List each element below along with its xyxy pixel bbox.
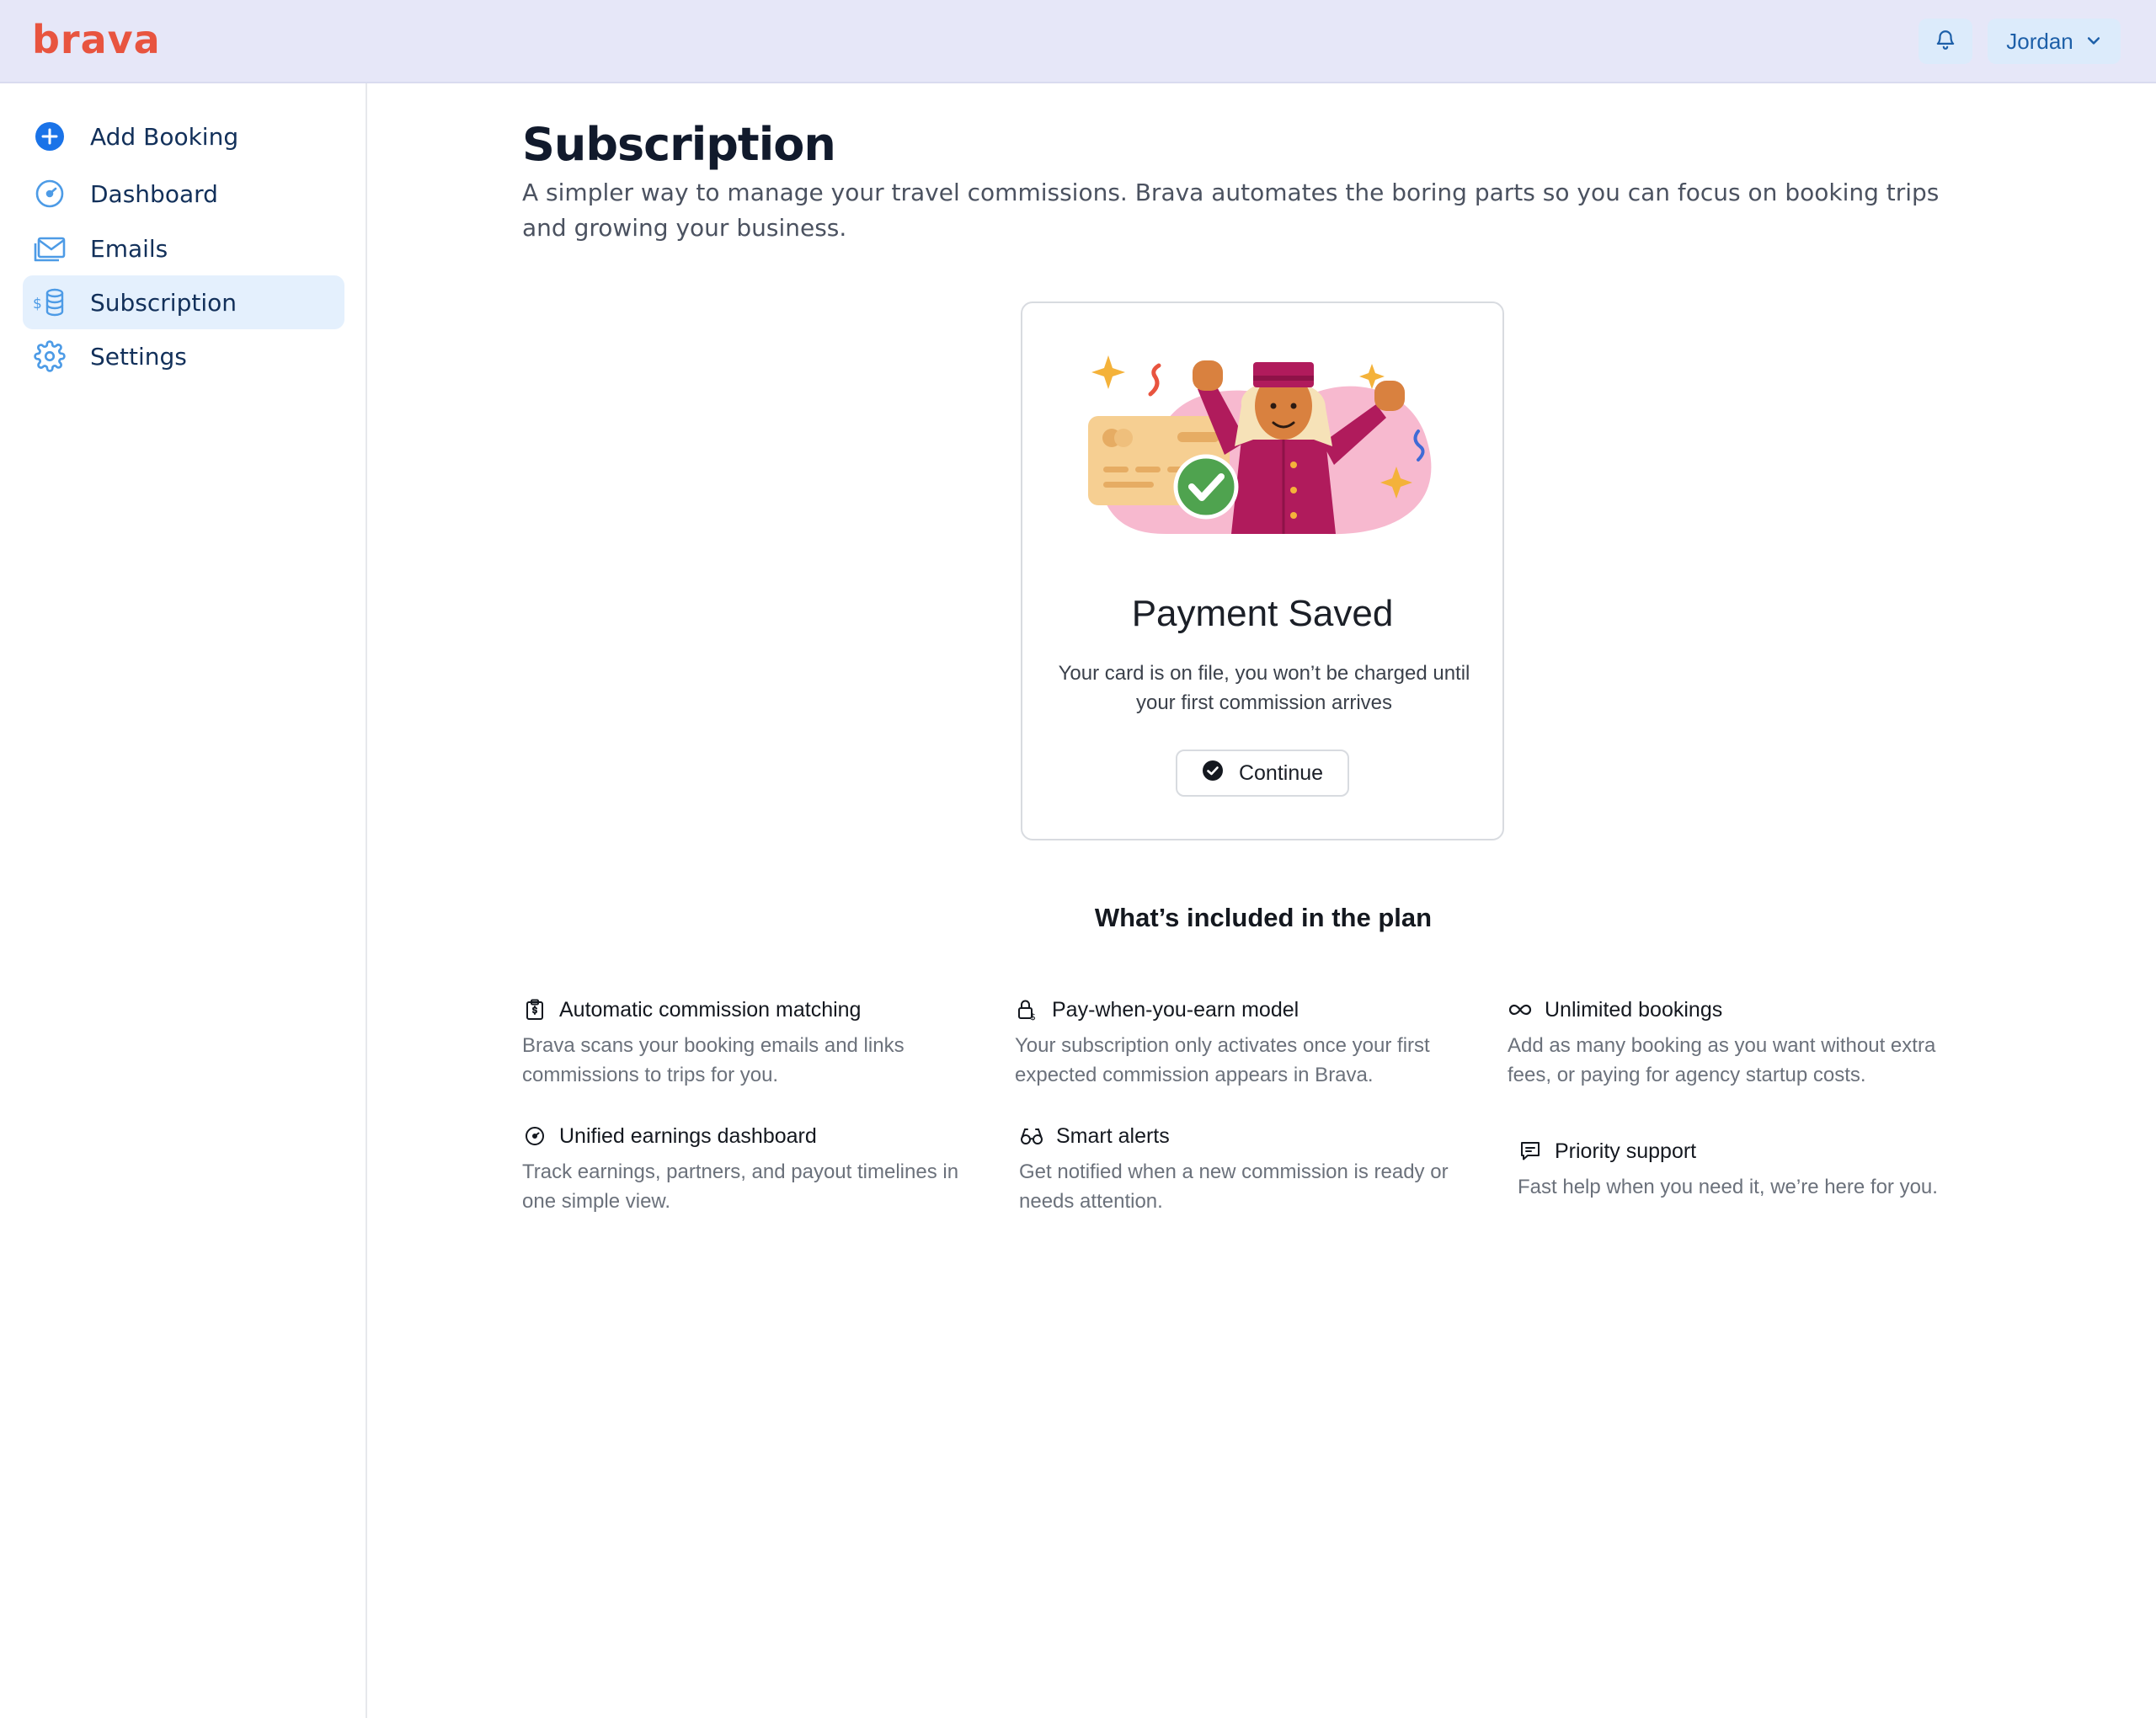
gauge-icon <box>522 1123 547 1149</box>
svg-text:$: $ <box>33 296 42 312</box>
feature-description: Brava scans your booking emails and link… <box>522 1034 905 1086</box>
page-subtitle: A simpler way to manage your travel comm… <box>522 179 1940 242</box>
sidebar-item-subscription[interactable]: $ Subscription <box>23 275 344 329</box>
continue-label: Continue <box>1238 760 1324 785</box>
feature-item: Priority support Fast help when you need… <box>1518 1137 1989 1202</box>
sidebar-item-label: Subscription <box>90 288 237 317</box>
feature-title: Unlimited bookings <box>1545 997 1723 1022</box>
clipboard-dollar-icon <box>522 997 547 1022</box>
gear-icon <box>33 339 67 373</box>
chat-icon <box>1518 1139 1543 1164</box>
feature-title: Unified earnings dashboard <box>559 1123 817 1148</box>
sidebar-item-label: Emails <box>90 234 168 263</box>
feature-item: Automatic commission matching Brava scan… <box>522 995 994 1090</box>
gauge-icon <box>33 177 67 211</box>
sidebar-item-settings[interactable]: Settings <box>23 329 344 383</box>
top-bar: brava Jordan <box>0 0 2156 83</box>
plus-circle-icon <box>33 120 67 153</box>
bell-icon <box>1935 29 1956 55</box>
infinity-icon <box>1508 997 1533 1022</box>
sidebar-item-label: Settings <box>90 342 187 371</box>
notifications-button[interactable] <box>1919 19 1972 64</box>
feature-description: Track earnings, partners, and payout tim… <box>522 1160 959 1213</box>
sidebar-item-dashboard[interactable]: Dashboard <box>23 167 344 221</box>
feature-description: Add as many booking as you want without … <box>1508 1034 1936 1086</box>
glasses-icon <box>1019 1123 1044 1149</box>
continue-button[interactable]: Continue <box>1176 750 1349 797</box>
chevron-down-icon <box>2085 29 2102 55</box>
sidebar: Add Booking Dashboard Emails $ Subscript… <box>0 83 367 1718</box>
feature-description: Get notified when a new commission is re… <box>1019 1160 1449 1213</box>
feature-title: Automatic commission matching <box>559 997 862 1022</box>
mail-icon <box>33 232 67 265</box>
feature-item: $ Pay-when-you-earn model Your subscript… <box>1015 995 1486 1090</box>
feature-item: Smart alerts Get notified when a new com… <box>1019 1122 1491 1216</box>
sidebar-item-add-booking[interactable]: Add Booking <box>23 109 344 163</box>
card-title: Payment Saved <box>1131 593 1394 634</box>
feature-title: Priority support <box>1555 1139 1697 1163</box>
feature-item: Unlimited bookings Add as many booking a… <box>1508 995 1979 1090</box>
brand-logo[interactable]: brava <box>32 17 161 62</box>
payment-saved-card: Payment Saved Your card is on file, you … <box>1021 301 1504 840</box>
feature-item: Unified earnings dashboard Track earning… <box>522 1122 994 1216</box>
card-text: Your card is on file, you won’t be charg… <box>1058 662 1470 714</box>
coins-icon: $ <box>33 285 67 319</box>
feature-description: Your subscription only activates once yo… <box>1015 1034 1430 1086</box>
user-menu-button[interactable]: Jordan <box>1988 19 2121 64</box>
sidebar-item-label: Add Booking <box>90 122 239 151</box>
bellhop-celebrating-illustration <box>1073 339 1455 549</box>
sidebar-item-emails[interactable]: Emails <box>23 221 344 275</box>
user-name: Jordan <box>2006 28 2073 54</box>
svg-text:$: $ <box>1030 1011 1036 1021</box>
check-circle-icon <box>1202 760 1224 787</box>
sidebar-item-label: Dashboard <box>90 179 218 208</box>
feature-description: Fast help when you need it, we’re here f… <box>1518 1176 1938 1198</box>
page-title: Subscription <box>522 118 836 171</box>
feature-title: Smart alerts <box>1056 1123 1170 1148</box>
plan-section-title: What’s included in the plan <box>1094 903 1433 932</box>
feature-title: Pay-when-you-earn model <box>1052 997 1299 1022</box>
lock-dollar-icon: $ <box>1015 997 1040 1022</box>
